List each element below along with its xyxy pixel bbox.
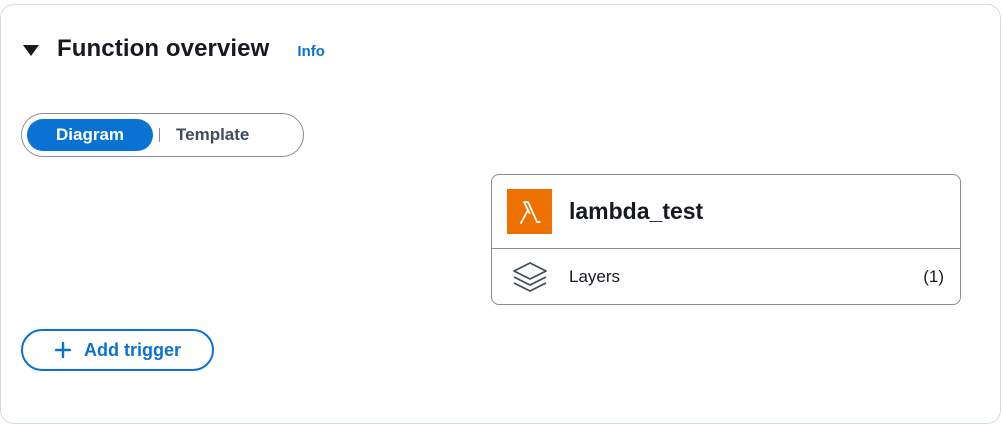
caret-down-icon[interactable] — [23, 44, 39, 56]
function-card-header[interactable]: lambda_test — [492, 175, 960, 249]
layers-label: Layers — [569, 267, 621, 286]
layers-row[interactable]: Layers (1) — [492, 249, 960, 304]
diagram-tab[interactable]: Diagram — [27, 119, 153, 151]
layers-count: (1) — [923, 267, 944, 286]
page-title: Function overview — [57, 35, 270, 62]
template-tab[interactable]: Template — [160, 119, 265, 151]
function-name: lambda_test — [569, 198, 704, 224]
function-card: lambda_test Layers (1) — [491, 174, 961, 305]
layers-icon — [510, 259, 550, 295]
add-trigger-button[interactable]: Add trigger — [21, 329, 214, 371]
function-overview-panel: Function overview Info Diagram Template … — [0, 4, 1001, 424]
info-link[interactable]: Info — [297, 43, 325, 60]
lambda-icon — [507, 189, 552, 234]
plus-icon — [54, 341, 72, 359]
add-trigger-label: Add trigger — [84, 339, 181, 360]
view-toggle: Diagram Template — [21, 113, 304, 157]
function-overview-header[interactable]: Function overview Info — [23, 35, 325, 63]
